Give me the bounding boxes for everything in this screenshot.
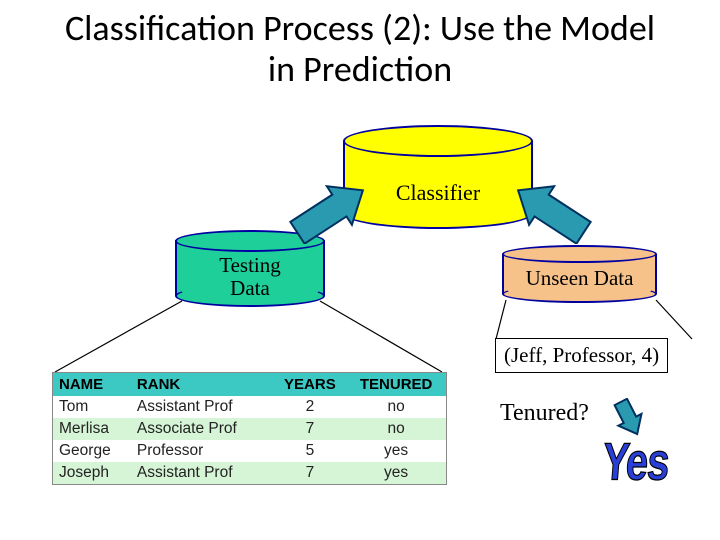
table-row: George Professor 5 yes — [53, 440, 446, 462]
table-row: Joseph Assistant Prof 7 yes — [53, 462, 446, 484]
col-tenured-header: TENURED — [346, 373, 446, 396]
col-years-header: YEARS — [274, 373, 347, 396]
col-name-header: NAME — [53, 373, 131, 396]
cell-years: 7 — [274, 462, 347, 484]
table-row: Tom Assistant Prof 2 no — [53, 396, 446, 418]
cell-tenured: yes — [346, 440, 446, 462]
cell-rank: Associate Prof — [131, 418, 274, 440]
table-header-row: NAME RANK YEARS TENURED — [53, 373, 446, 396]
cell-years: 5 — [274, 440, 347, 462]
cell-name: Tom — [53, 396, 131, 418]
col-rank-header: RANK — [131, 373, 274, 396]
cell-tenured: no — [346, 396, 446, 418]
cell-tenured: yes — [346, 462, 446, 484]
cell-rank: Assistant Prof — [131, 396, 274, 418]
cell-name: Joseph — [53, 462, 131, 484]
unseen-record: (Jeff, Professor, 4) — [495, 338, 668, 373]
cell-rank: Assistant Prof — [131, 462, 274, 484]
testing-data-table: NAME RANK YEARS TENURED Tom Assistant Pr… — [52, 372, 447, 485]
cell-tenured: no — [346, 418, 446, 440]
diagram-stage: Classifier Testing Data Unseen Data — [0, 0, 720, 540]
arrow-question-to-answer — [609, 398, 649, 428]
table-row: Merlisa Associate Prof 7 no — [53, 418, 446, 440]
cell-name: George — [53, 440, 131, 462]
cell-years: 2 — [274, 396, 347, 418]
answer-text: Yes — [600, 432, 671, 492]
cell-rank: Professor — [131, 440, 274, 462]
question-label: Tenured? — [500, 400, 589, 427]
cell-name: Merlisa — [53, 418, 131, 440]
cell-years: 7 — [274, 418, 347, 440]
